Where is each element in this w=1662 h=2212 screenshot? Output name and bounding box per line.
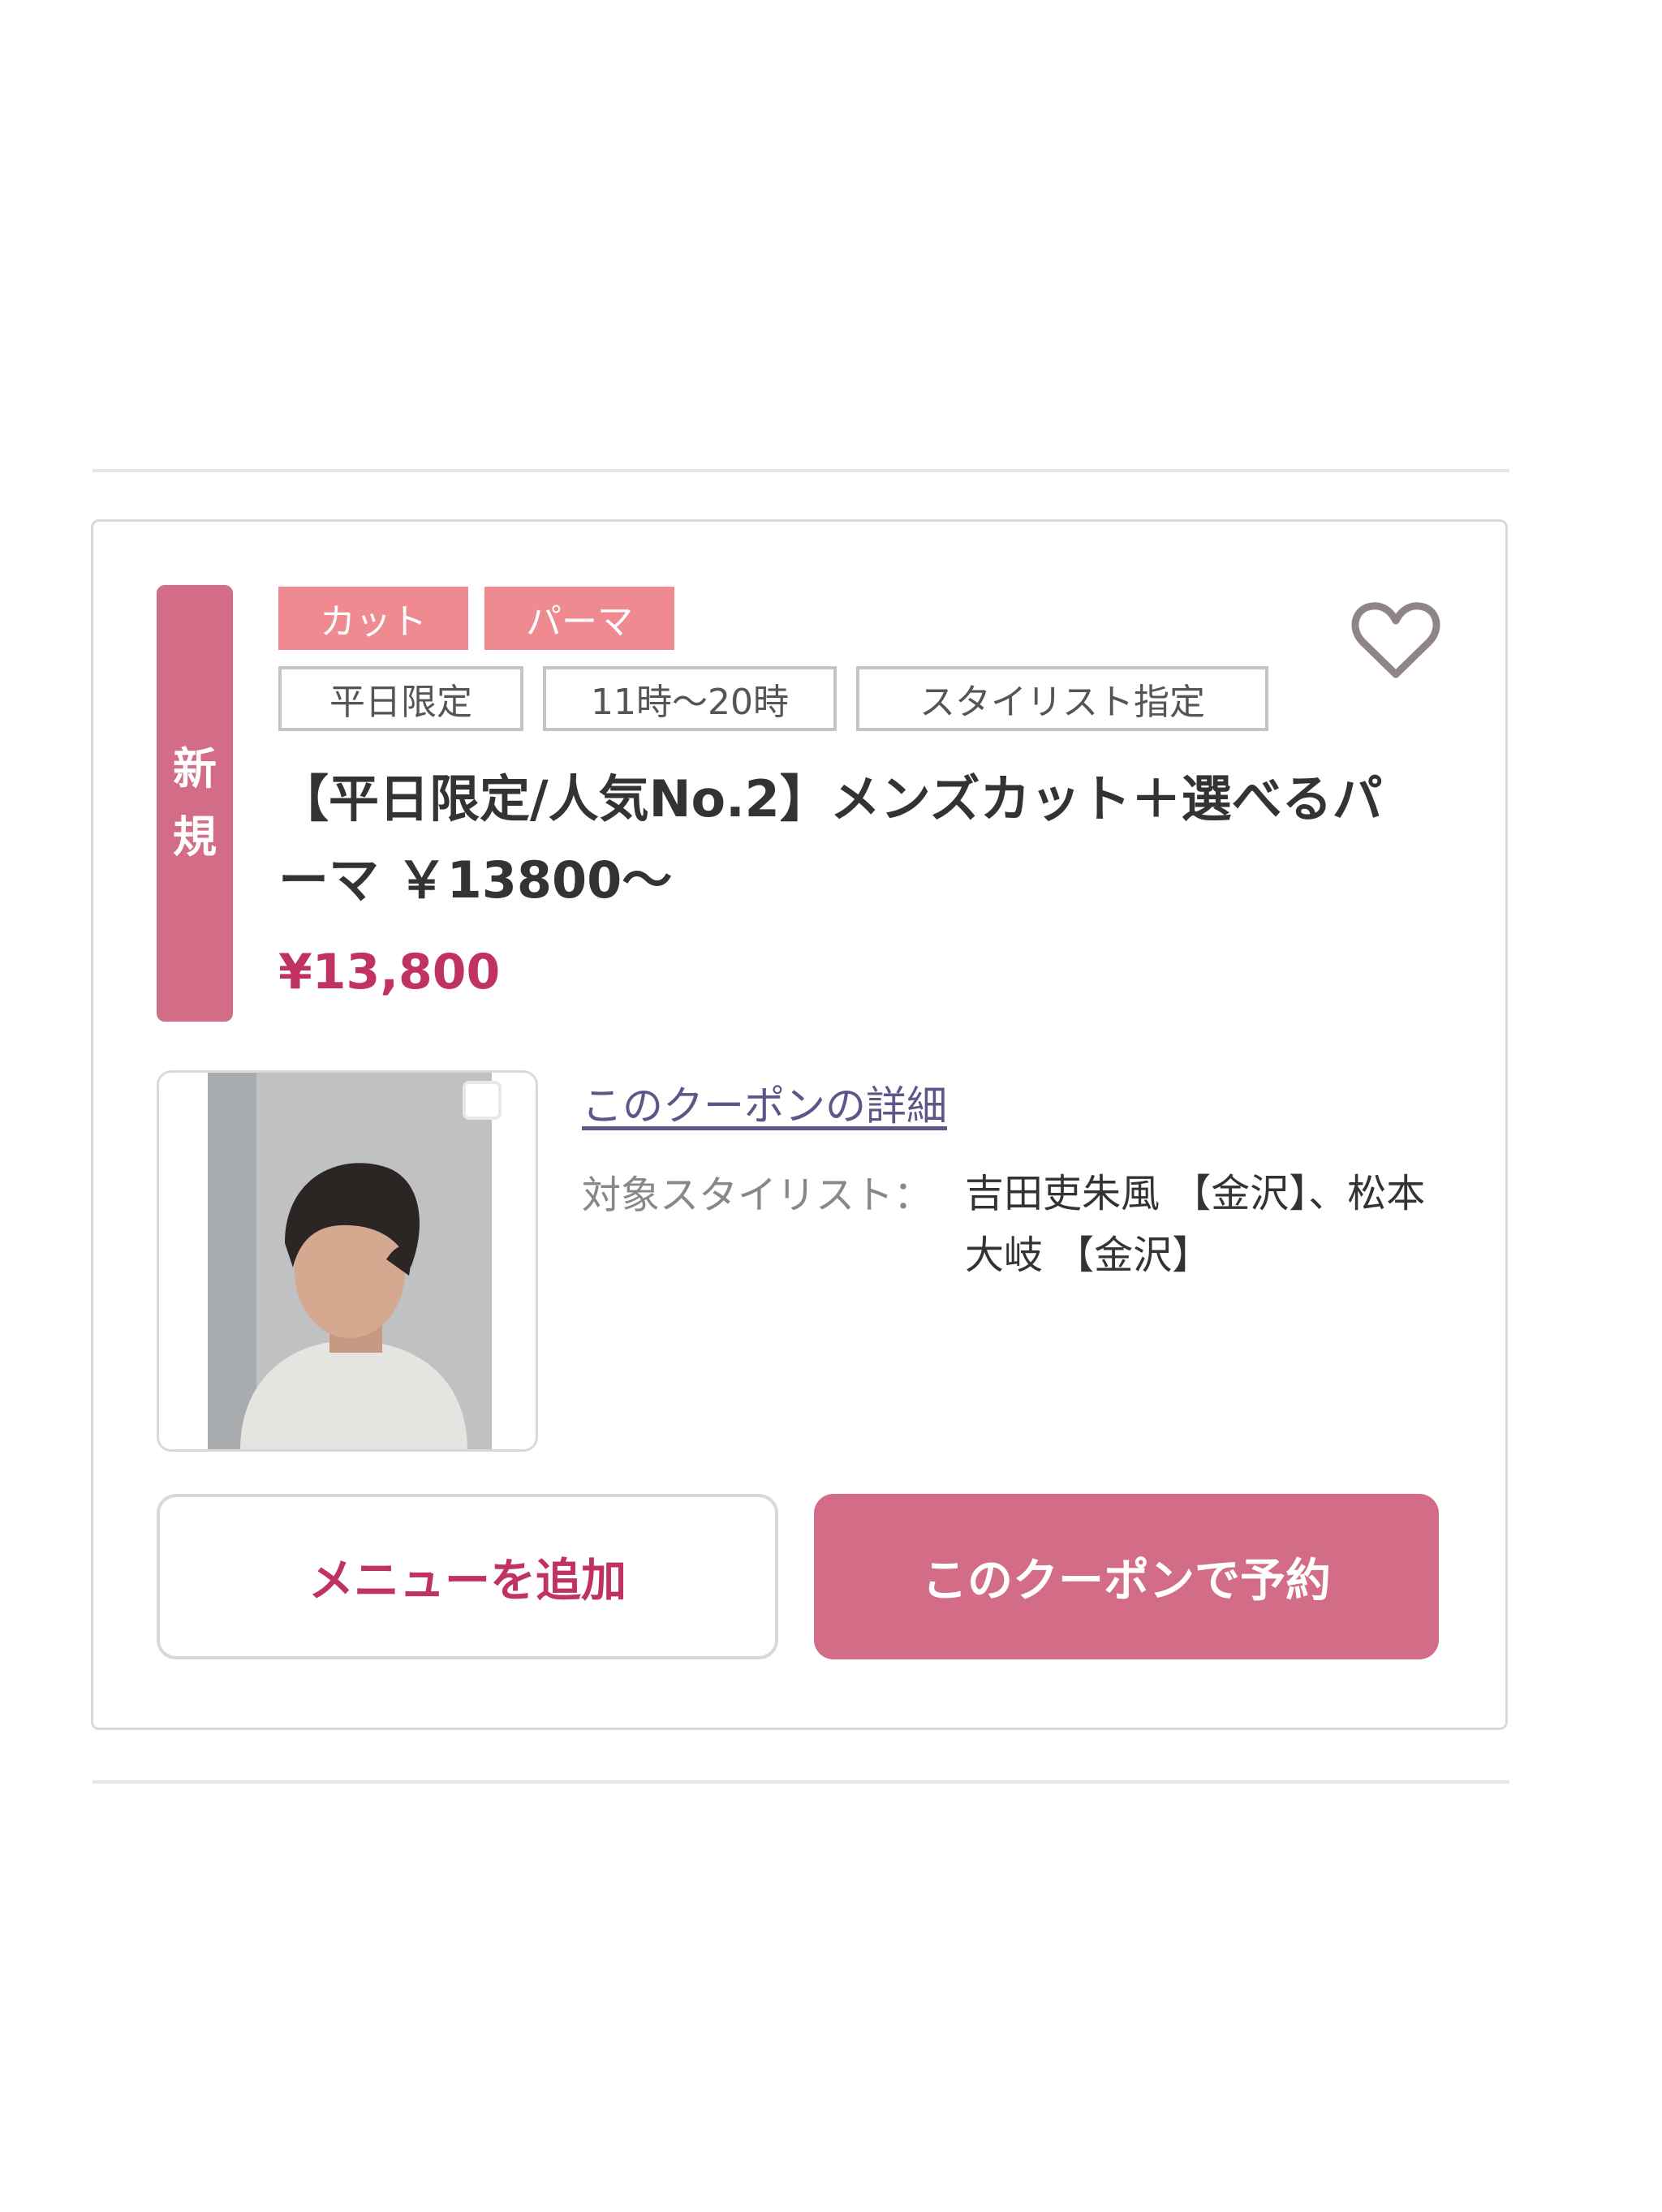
- bottom-divider: [93, 1780, 1509, 1784]
- condition-tags: 平日限定 11時〜20時 スタイリスト指定: [278, 666, 1288, 731]
- tag-weekday-only: 平日限定: [278, 666, 523, 731]
- tag-cut: カット: [278, 587, 468, 650]
- stylist-photo: [157, 1070, 538, 1452]
- coupon-title: 【平日限定/人気No.2】メンズカット＋選べるパーマ ￥13800〜: [278, 769, 1383, 910]
- target-stylist-names: 吉田吏朱風 【金沢】、松本 大岐 【金沢】: [965, 1171, 1465, 1278]
- category-tags: カット パーマ: [278, 587, 691, 650]
- tag-time-range: 11時〜20時: [543, 666, 837, 731]
- reserve-with-coupon-button[interactable]: このクーポンで予約: [814, 1494, 1439, 1659]
- add-menu-button[interactable]: メニューを追加: [157, 1494, 778, 1659]
- new-customer-badge: 新規: [157, 585, 233, 1022]
- tag-stylist-designated: スタイリスト指定: [856, 666, 1268, 731]
- photo-select-checkbox: [463, 1081, 502, 1120]
- favorite-heart-icon[interactable]: [1351, 600, 1440, 681]
- top-divider: [93, 469, 1509, 472]
- coupon-detail-link[interactable]: このクーポンの詳細: [582, 1074, 947, 1132]
- hairstyle-photo: [208, 1073, 492, 1449]
- target-stylist-label: 対象スタイリスト：: [582, 1173, 933, 1218]
- new-badge-label: 新規: [173, 743, 217, 863]
- coupon-price: ¥13,800: [278, 944, 501, 1001]
- coupon-card: 新規 カット パーマ 平日限定 11時〜20時 スタイリスト指定 【平日限定/人…: [91, 519, 1508, 1730]
- tag-perm: パーマ: [484, 587, 674, 650]
